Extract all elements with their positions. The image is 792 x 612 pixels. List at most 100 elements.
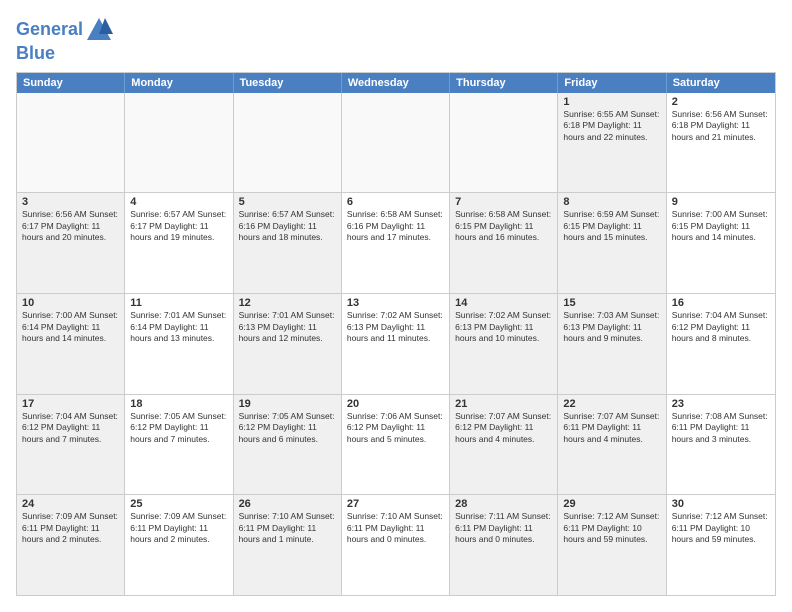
day-number: 3 xyxy=(22,196,119,208)
day-info: Sunrise: 6:56 AM Sunset: 6:17 PM Dayligh… xyxy=(22,209,119,243)
day-info: Sunrise: 7:04 AM Sunset: 6:12 PM Dayligh… xyxy=(672,310,770,344)
calendar-row: 24Sunrise: 7:09 AM Sunset: 6:11 PM Dayli… xyxy=(17,494,775,595)
day-info: Sunrise: 6:59 AM Sunset: 6:15 PM Dayligh… xyxy=(563,209,660,243)
day-cell: 24Sunrise: 7:09 AM Sunset: 6:11 PM Dayli… xyxy=(17,495,125,595)
day-number: 22 xyxy=(563,398,660,410)
day-cell: 18Sunrise: 7:05 AM Sunset: 6:12 PM Dayli… xyxy=(125,395,233,495)
day-number: 18 xyxy=(130,398,227,410)
day-number: 7 xyxy=(455,196,552,208)
day-cell: 28Sunrise: 7:11 AM Sunset: 6:11 PM Dayli… xyxy=(450,495,558,595)
day-info: Sunrise: 7:02 AM Sunset: 6:13 PM Dayligh… xyxy=(347,310,444,344)
day-cell: 5Sunrise: 6:57 AM Sunset: 6:16 PM Daylig… xyxy=(234,193,342,293)
day-cell: 14Sunrise: 7:02 AM Sunset: 6:13 PM Dayli… xyxy=(450,294,558,394)
header-day: Sunday xyxy=(17,73,125,93)
day-info: Sunrise: 7:07 AM Sunset: 6:12 PM Dayligh… xyxy=(455,411,552,445)
day-info: Sunrise: 7:01 AM Sunset: 6:13 PM Dayligh… xyxy=(239,310,336,344)
day-cell: 23Sunrise: 7:08 AM Sunset: 6:11 PM Dayli… xyxy=(667,395,775,495)
day-info: Sunrise: 6:55 AM Sunset: 6:18 PM Dayligh… xyxy=(563,109,660,143)
day-number: 23 xyxy=(672,398,770,410)
day-number: 25 xyxy=(130,498,227,510)
logo-general: General xyxy=(16,19,83,39)
day-info: Sunrise: 7:09 AM Sunset: 6:11 PM Dayligh… xyxy=(22,511,119,545)
day-cell: 16Sunrise: 7:04 AM Sunset: 6:12 PM Dayli… xyxy=(667,294,775,394)
empty-cell xyxy=(342,93,450,193)
header-day: Friday xyxy=(558,73,666,93)
day-info: Sunrise: 6:58 AM Sunset: 6:16 PM Dayligh… xyxy=(347,209,444,243)
day-number: 5 xyxy=(239,196,336,208)
day-cell: 21Sunrise: 7:07 AM Sunset: 6:12 PM Dayli… xyxy=(450,395,558,495)
day-cell: 29Sunrise: 7:12 AM Sunset: 6:11 PM Dayli… xyxy=(558,495,666,595)
day-number: 29 xyxy=(563,498,660,510)
logo-icon xyxy=(85,16,113,44)
calendar-row: 1Sunrise: 6:55 AM Sunset: 6:18 PM Daylig… xyxy=(17,93,775,193)
day-cell: 17Sunrise: 7:04 AM Sunset: 6:12 PM Dayli… xyxy=(17,395,125,495)
day-number: 2 xyxy=(672,96,770,108)
header-day: Wednesday xyxy=(342,73,450,93)
logo-text: General Blue xyxy=(16,16,113,64)
calendar: SundayMondayTuesdayWednesdayThursdayFrid… xyxy=(16,72,776,596)
day-info: Sunrise: 7:08 AM Sunset: 6:11 PM Dayligh… xyxy=(672,411,770,445)
day-info: Sunrise: 7:11 AM Sunset: 6:11 PM Dayligh… xyxy=(455,511,552,545)
day-info: Sunrise: 7:10 AM Sunset: 6:11 PM Dayligh… xyxy=(347,511,444,545)
empty-cell xyxy=(234,93,342,193)
header-day: Tuesday xyxy=(234,73,342,93)
day-info: Sunrise: 6:57 AM Sunset: 6:17 PM Dayligh… xyxy=(130,209,227,243)
day-number: 1 xyxy=(563,96,660,108)
day-cell: 4Sunrise: 6:57 AM Sunset: 6:17 PM Daylig… xyxy=(125,193,233,293)
calendar-row: 10Sunrise: 7:00 AM Sunset: 6:14 PM Dayli… xyxy=(17,293,775,394)
day-cell: 6Sunrise: 6:58 AM Sunset: 6:16 PM Daylig… xyxy=(342,193,450,293)
day-number: 26 xyxy=(239,498,336,510)
day-number: 30 xyxy=(672,498,770,510)
day-info: Sunrise: 7:12 AM Sunset: 6:11 PM Dayligh… xyxy=(563,511,660,545)
day-number: 4 xyxy=(130,196,227,208)
day-number: 9 xyxy=(672,196,770,208)
day-cell: 25Sunrise: 7:09 AM Sunset: 6:11 PM Dayli… xyxy=(125,495,233,595)
empty-cell xyxy=(17,93,125,193)
day-info: Sunrise: 7:10 AM Sunset: 6:11 PM Dayligh… xyxy=(239,511,336,545)
day-info: Sunrise: 7:03 AM Sunset: 6:13 PM Dayligh… xyxy=(563,310,660,344)
day-cell: 9Sunrise: 7:00 AM Sunset: 6:15 PM Daylig… xyxy=(667,193,775,293)
day-info: Sunrise: 6:58 AM Sunset: 6:15 PM Dayligh… xyxy=(455,209,552,243)
day-cell: 12Sunrise: 7:01 AM Sunset: 6:13 PM Dayli… xyxy=(234,294,342,394)
day-number: 19 xyxy=(239,398,336,410)
day-info: Sunrise: 7:01 AM Sunset: 6:14 PM Dayligh… xyxy=(130,310,227,344)
day-info: Sunrise: 7:05 AM Sunset: 6:12 PM Dayligh… xyxy=(130,411,227,445)
calendar-header: SundayMondayTuesdayWednesdayThursdayFrid… xyxy=(17,73,775,93)
logo-blue: Blue xyxy=(16,43,55,63)
day-number: 10 xyxy=(22,297,119,309)
header-day: Thursday xyxy=(450,73,558,93)
day-number: 24 xyxy=(22,498,119,510)
day-cell: 2Sunrise: 6:56 AM Sunset: 6:18 PM Daylig… xyxy=(667,93,775,193)
day-number: 13 xyxy=(347,297,444,309)
day-info: Sunrise: 7:00 AM Sunset: 6:14 PM Dayligh… xyxy=(22,310,119,344)
day-info: Sunrise: 7:05 AM Sunset: 6:12 PM Dayligh… xyxy=(239,411,336,445)
header-day: Monday xyxy=(125,73,233,93)
day-cell: 1Sunrise: 6:55 AM Sunset: 6:18 PM Daylig… xyxy=(558,93,666,193)
day-number: 17 xyxy=(22,398,119,410)
calendar-row: 3Sunrise: 6:56 AM Sunset: 6:17 PM Daylig… xyxy=(17,192,775,293)
day-cell: 11Sunrise: 7:01 AM Sunset: 6:14 PM Dayli… xyxy=(125,294,233,394)
day-cell: 27Sunrise: 7:10 AM Sunset: 6:11 PM Dayli… xyxy=(342,495,450,595)
day-number: 27 xyxy=(347,498,444,510)
day-cell: 26Sunrise: 7:10 AM Sunset: 6:11 PM Dayli… xyxy=(234,495,342,595)
day-cell: 15Sunrise: 7:03 AM Sunset: 6:13 PM Dayli… xyxy=(558,294,666,394)
day-number: 21 xyxy=(455,398,552,410)
day-number: 6 xyxy=(347,196,444,208)
day-cell: 10Sunrise: 7:00 AM Sunset: 6:14 PM Dayli… xyxy=(17,294,125,394)
empty-cell xyxy=(450,93,558,193)
calendar-body: 1Sunrise: 6:55 AM Sunset: 6:18 PM Daylig… xyxy=(17,93,775,595)
day-number: 15 xyxy=(563,297,660,309)
day-number: 16 xyxy=(672,297,770,309)
day-info: Sunrise: 7:06 AM Sunset: 6:12 PM Dayligh… xyxy=(347,411,444,445)
day-info: Sunrise: 7:09 AM Sunset: 6:11 PM Dayligh… xyxy=(130,511,227,545)
day-info: Sunrise: 7:04 AM Sunset: 6:12 PM Dayligh… xyxy=(22,411,119,445)
day-number: 8 xyxy=(563,196,660,208)
page: General Blue SundayMondayTuesdayWednesda… xyxy=(0,0,792,612)
day-cell: 30Sunrise: 7:12 AM Sunset: 6:11 PM Dayli… xyxy=(667,495,775,595)
day-number: 11 xyxy=(130,297,227,309)
empty-cell xyxy=(125,93,233,193)
day-number: 28 xyxy=(455,498,552,510)
header-day: Saturday xyxy=(667,73,775,93)
day-info: Sunrise: 6:56 AM Sunset: 6:18 PM Dayligh… xyxy=(672,109,770,143)
day-number: 14 xyxy=(455,297,552,309)
